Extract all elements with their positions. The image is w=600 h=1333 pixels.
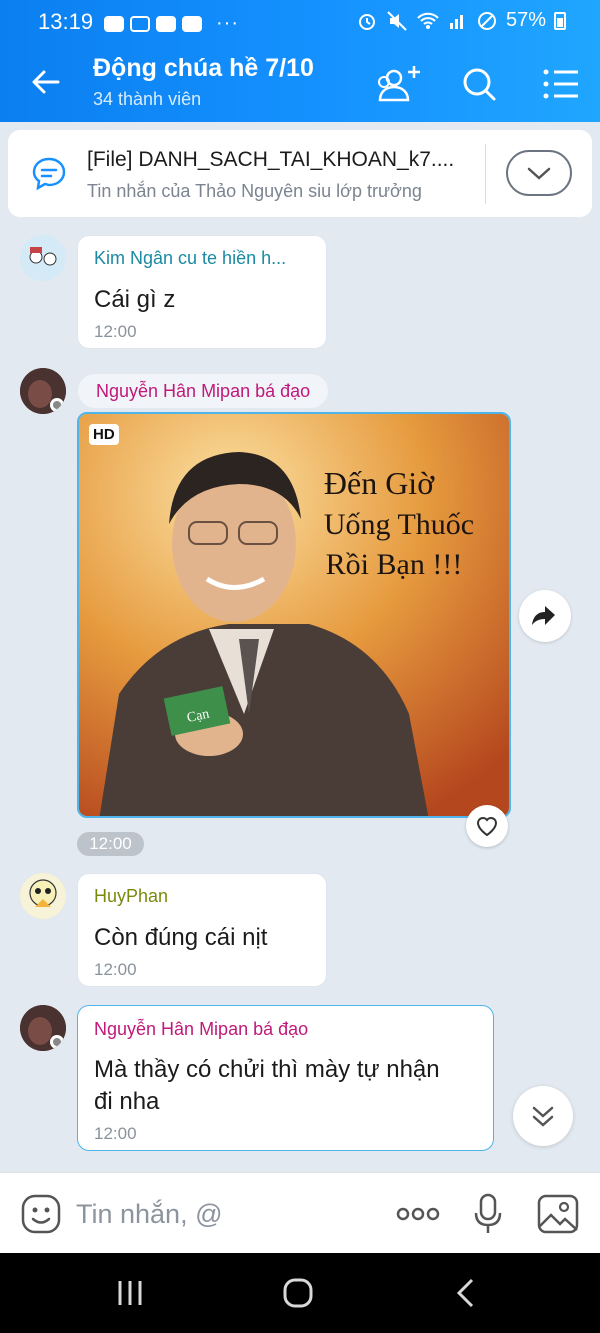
zalo-notification-icon [104, 15, 124, 32]
image-time: 12:00 [77, 832, 144, 856]
message-input-bar [0, 1172, 600, 1253]
image-gallery-icon[interactable] [536, 1191, 580, 1237]
message-bubble-highlighted[interactable]: Nguyễn Hân Mipan bá đạo Mà thầy có chửi … [77, 1005, 494, 1151]
message-bubble[interactable]: HuyPhan Còn đúng cái nịt 12:00 [77, 873, 327, 987]
signal-icon [449, 14, 463, 29]
avatar[interactable] [20, 1005, 66, 1051]
status-time: 13:19 [38, 9, 94, 34]
more-notifications-icon: ··· [216, 12, 239, 34]
message-time: 12:00 [94, 322, 137, 341]
avatar[interactable] [20, 235, 66, 281]
expand-pinned-button[interactable] [506, 150, 572, 196]
sender-name: Nguyễn Hân Mipan bá đạo [94, 1019, 309, 1039]
chat-bubble-icon [32, 157, 66, 191]
message-text-line2: đi nha [94, 1088, 160, 1115]
do-not-disturb-icon [477, 11, 496, 30]
caption-line2: Uống Thuốc [324, 508, 474, 541]
search-icon[interactable] [456, 62, 504, 106]
message-time: 12:00 [94, 960, 137, 979]
sender-name: Nguyễn Hân Mipan bá đạo [78, 374, 329, 408]
battery-percent: 57% [505, 9, 546, 31]
pinned-subtitle: Tin nhắn của Thảo Nguyên siu lớp trưởng [87, 181, 422, 201]
caption-line3: Rồi Bạn !!! [326, 548, 463, 581]
pinned-message[interactable]: [File] DANH_SACH_TAI_KHOAN_k7.... Tin nh… [8, 130, 592, 217]
more-options-icon[interactable] [394, 1191, 442, 1237]
mute-icon [387, 10, 407, 31]
back-arrow-icon[interactable] [28, 64, 64, 100]
system-icons: 57% [356, 9, 566, 32]
scroll-to-bottom-button[interactable] [513, 1086, 573, 1146]
message-text-line1: Mà thầy có chửi thì mày tự nhận [94, 1056, 440, 1083]
alarm-icon [358, 13, 375, 30]
youtube-notification-icon [156, 15, 176, 32]
sender-name: Kim Ngân cu te hiền h... [94, 248, 287, 268]
home-icon[interactable] [278, 1273, 318, 1313]
system-navigation-bar [0, 1253, 600, 1333]
avatar[interactable] [20, 368, 66, 414]
status-bar: 13:19 ··· 57% [0, 0, 600, 42]
youtube-notification-icon-2 [182, 15, 202, 32]
caption-line1: Đến Giờ [324, 465, 435, 501]
message-text: Cái gì z [94, 286, 176, 313]
message-bubble[interactable]: Kim Ngân cu te hiền h... Cái gì z 12:00 [77, 235, 327, 349]
divider [485, 144, 486, 204]
meme-image: Cạn Đến Giờ Uống Thuốc Rồi Bạn !!! [79, 414, 509, 816]
game-notification-icon [130, 15, 150, 32]
share-arrow-icon [532, 606, 555, 625]
menu-list-icon[interactable] [538, 62, 586, 106]
recent-apps-icon[interactable] [110, 1273, 150, 1313]
sticker-emoji-icon[interactable] [20, 1193, 62, 1235]
member-count[interactable]: 34 thành viên [93, 89, 201, 110]
add-member-icon[interactable] [374, 62, 422, 106]
double-chevron-down-icon [532, 1106, 554, 1127]
group-title[interactable]: Động chúa hề 7/10 [93, 54, 314, 83]
microphone-icon[interactable] [470, 1191, 506, 1237]
wifi-icon [417, 12, 439, 29]
forward-button[interactable] [519, 590, 571, 642]
message-text: Còn đúng cái nịt [94, 924, 268, 951]
avatar[interactable] [20, 873, 66, 919]
message-input[interactable] [76, 1191, 376, 1237]
notification-icons: ··· [104, 12, 239, 35]
pinned-title: [File] DANH_SACH_TAI_KHOAN_k7.... [87, 148, 455, 171]
sender-name: HuyPhan [94, 886, 169, 906]
system-back-icon[interactable] [446, 1273, 486, 1313]
message-time: 12:00 [94, 1124, 137, 1143]
battery-icon [554, 11, 566, 30]
chat-header: Động chúa hề 7/10 34 thành viên [0, 42, 600, 122]
top-bar: 13:19 ··· 57% Động chúa hề 7/10 34 thành… [0, 0, 600, 122]
hd-badge: HD [89, 424, 119, 445]
react-button[interactable] [466, 805, 508, 847]
heart-icon [476, 817, 498, 837]
photo-message[interactable]: Cạn Đến Giờ Uống Thuốc Rồi Bạn !!! [77, 412, 511, 818]
chevron-down-icon [527, 167, 551, 180]
